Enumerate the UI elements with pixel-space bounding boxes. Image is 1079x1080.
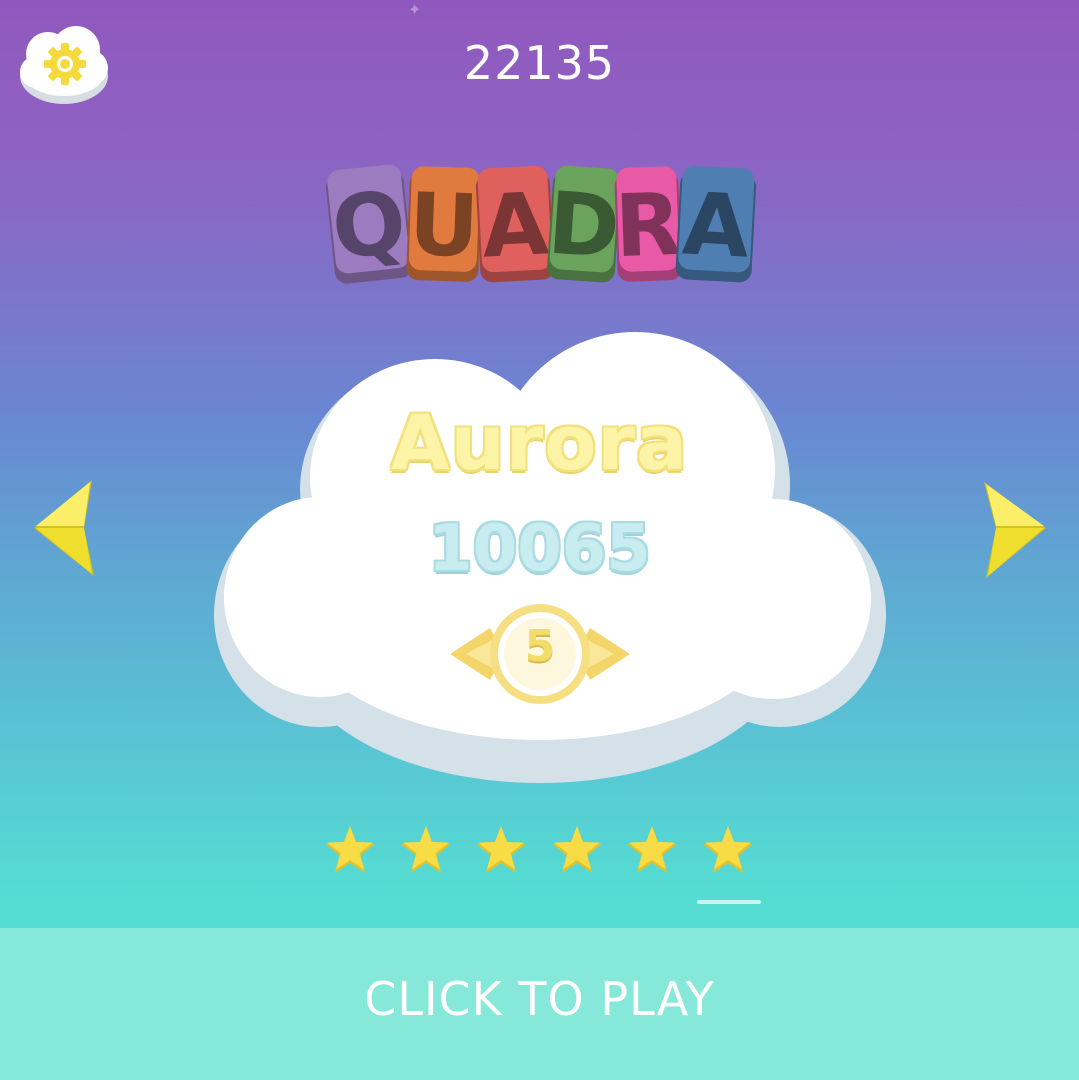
logo-letter-a: A (675, 165, 757, 283)
total-score: 22135 (463, 36, 616, 90)
star-icon (700, 822, 756, 878)
logo-letter-r: R (613, 166, 683, 282)
arrow-right-icon (984, 482, 1046, 578)
level-name: Aurora (390, 398, 689, 487)
play-button[interactable]: CLICK TO PLAY (0, 928, 1079, 1080)
current-star-indicator (697, 900, 761, 904)
logo-letter-u: U (406, 166, 482, 282)
svg-text:Q: Q (328, 172, 411, 279)
star-icon (398, 822, 454, 878)
svg-text:U: U (407, 175, 480, 277)
rank-badge: 5 (446, 598, 634, 710)
logo-letter-d: D (545, 165, 623, 283)
prev-level-button[interactable] (28, 476, 100, 580)
game-logo: QUADRA (322, 155, 762, 295)
next-level-button[interactable] (978, 478, 1050, 582)
star-icon (624, 822, 680, 878)
play-button-label: CLICK TO PLAY (364, 972, 715, 1026)
logo-letter-q: Q (325, 164, 413, 284)
rank-number: 5 (524, 621, 556, 672)
logo-letters: QUADRA (325, 164, 757, 284)
svg-text:A: A (680, 174, 752, 277)
sparkle-decoration: ✦ (408, 0, 422, 19)
svg-text:R: R (613, 175, 683, 277)
svg-text:A: A (479, 174, 551, 277)
svg-text:D: D (545, 174, 623, 279)
star-icon (322, 822, 378, 878)
level-best-score: 10065 (428, 512, 651, 586)
logo-letter-a: A (475, 165, 555, 283)
star-rating (318, 822, 768, 886)
star-icon (549, 822, 605, 878)
arrow-left-icon (34, 480, 94, 576)
star-icon (473, 822, 529, 878)
